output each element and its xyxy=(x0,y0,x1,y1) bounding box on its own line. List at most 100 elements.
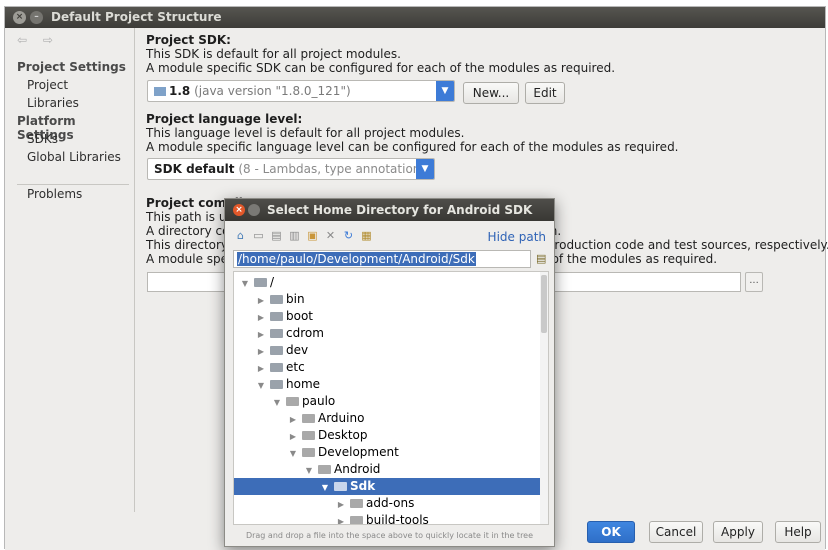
new-folder-icon[interactable]: ▣ xyxy=(305,229,320,242)
collapsed-arrow-icon[interactable]: ▶ xyxy=(336,496,346,513)
sidebar-item-problems[interactable]: Problems xyxy=(27,187,82,201)
dialog-title: Select Home Directory for Android SDK xyxy=(267,203,533,217)
expanded-arrow-icon[interactable]: ▼ xyxy=(240,275,250,292)
title-bar: × – Default Project Structure xyxy=(5,7,825,28)
folder-icon xyxy=(350,499,363,508)
expanded-arrow-icon[interactable]: ▼ xyxy=(320,479,330,496)
tree-row[interactable]: ▼ / xyxy=(234,274,548,291)
tree-row-label: cdrom xyxy=(286,326,324,340)
folder-icon xyxy=(350,516,363,524)
home-icon[interactable]: ⌂ xyxy=(233,229,248,242)
sidebar-item-global-libraries[interactable]: Global Libraries xyxy=(27,150,121,164)
chevron-down-icon[interactable]: ▼ xyxy=(416,159,434,179)
select-sdk-dialog: × Select Home Directory for Android SDK … xyxy=(224,198,555,547)
collapsed-arrow-icon[interactable]: ▶ xyxy=(256,343,266,360)
tree-row-label: bin xyxy=(286,292,305,306)
tree-row-label: dev xyxy=(286,343,309,357)
delete-icon[interactable]: ✕ xyxy=(323,229,338,242)
hide-path-link[interactable]: Hide path xyxy=(488,230,546,244)
browse-button[interactable]: ... xyxy=(745,272,763,292)
path-history-icon[interactable]: ▤ xyxy=(536,252,546,265)
sidebar-item-sdks[interactable]: SDKs xyxy=(27,132,58,146)
nav-arrows-icon[interactable]: ⇦ ⇨ xyxy=(17,33,59,47)
desktop-icon[interactable]: ▭ xyxy=(251,229,266,242)
language-level-title: Project language level: xyxy=(146,112,303,126)
tree-row-label: Sdk xyxy=(350,479,376,493)
tree-row-label: add-ons xyxy=(366,496,415,510)
tree-row[interactable]: ▼ Android xyxy=(234,461,548,478)
project-icon[interactable]: ▤ xyxy=(269,229,284,242)
ok-button[interactable]: OK xyxy=(587,521,635,543)
collapsed-arrow-icon[interactable]: ▶ xyxy=(256,326,266,343)
sidebar-item-project[interactable]: Project xyxy=(27,78,68,92)
folder-icon xyxy=(302,414,315,423)
cancel-button[interactable]: Cancel xyxy=(649,521,703,543)
refresh-icon[interactable]: ↻ xyxy=(341,229,356,242)
tree-row[interactable]: ▼ home xyxy=(234,376,548,393)
sidebar: ⇦ ⇨ Project Settings Project Libraries P… xyxy=(5,28,135,512)
tree-row[interactable]: ▶ add-ons xyxy=(234,495,548,512)
tree-row-label: build-tools xyxy=(366,513,429,525)
folder-icon xyxy=(286,397,299,406)
dialog-minimize-icon[interactable] xyxy=(248,204,260,216)
project-settings-header: Project Settings xyxy=(17,60,126,74)
collapsed-arrow-icon[interactable]: ▶ xyxy=(336,513,346,524)
edit-sdk-button[interactable]: Edit xyxy=(525,82,565,104)
sidebar-item-libraries[interactable]: Libraries xyxy=(27,96,79,110)
tree-row-label: Desktop xyxy=(318,428,368,442)
expanded-arrow-icon[interactable]: ▼ xyxy=(256,377,266,394)
module-icon[interactable]: ▥ xyxy=(287,229,302,242)
chevron-down-icon[interactable]: ▼ xyxy=(436,81,454,101)
new-sdk-button[interactable]: New... xyxy=(463,82,519,104)
tree-row-label: etc xyxy=(286,360,305,374)
collapsed-arrow-icon[interactable]: ▶ xyxy=(256,292,266,309)
tree-row[interactable]: ▼ paulo xyxy=(234,393,548,410)
folder-icon xyxy=(270,346,283,355)
expanded-arrow-icon[interactable]: ▼ xyxy=(272,394,282,411)
window-minimize-icon[interactable]: – xyxy=(30,11,43,24)
folder-icon xyxy=(318,465,331,474)
folder-icon xyxy=(270,295,283,304)
folder-icon xyxy=(334,482,347,491)
folder-icon xyxy=(270,312,283,321)
language-level-combo[interactable]: SDK default (8 - Lambdas, type annotatio… xyxy=(147,158,435,180)
expanded-arrow-icon[interactable]: ▼ xyxy=(288,445,298,462)
tree-row[interactable]: ▶ bin xyxy=(234,291,548,308)
language-level-desc-2: A module specific language level can be … xyxy=(146,140,679,154)
tree-row[interactable]: ▶ cdrom xyxy=(234,325,548,342)
tree-row-label: paulo xyxy=(302,394,336,408)
collapsed-arrow-icon[interactable]: ▶ xyxy=(256,309,266,326)
tree-row[interactable]: ▶ Desktop xyxy=(234,427,548,444)
tree-row[interactable]: ▶ build-tools xyxy=(234,512,548,525)
tree-scroll-thumb[interactable] xyxy=(541,275,547,333)
drag-drop-hint: Drag and drop a file into the space abov… xyxy=(245,531,534,540)
expanded-arrow-icon[interactable]: ▼ xyxy=(304,462,314,479)
window-close-icon[interactable]: × xyxy=(13,11,26,24)
show-hidden-icon[interactable]: ▦ xyxy=(359,229,374,242)
tree-row-label: boot xyxy=(286,309,314,323)
folder-icon xyxy=(302,448,315,457)
tree-row[interactable]: ▼ Development xyxy=(234,444,548,461)
help-button[interactable]: Help xyxy=(775,521,821,543)
folder-icon xyxy=(254,278,267,287)
sdk-folder-icon xyxy=(154,87,166,96)
project-sdk-combo[interactable]: 1.8 (java version "1.8.0_121") ▼ xyxy=(147,80,455,102)
tree-row[interactable]: ▼ Sdk xyxy=(234,478,548,495)
dialog-close-icon[interactable]: × xyxy=(233,204,245,216)
dialog-path-value: /home/paulo/Development/Android/Sdk xyxy=(237,252,476,266)
dialog-path-input[interactable]: /home/paulo/Development/Android/Sdk xyxy=(233,250,531,268)
collapsed-arrow-icon[interactable]: ▶ xyxy=(256,360,266,377)
collapsed-arrow-icon[interactable]: ▶ xyxy=(288,428,298,445)
tree-row[interactable]: ▶ boot xyxy=(234,308,548,325)
file-tree[interactable]: ▶ build-tools ▶ add-ons ▼ Sdk ▼ Android ▼ Develop… xyxy=(233,271,549,525)
apply-button[interactable]: Apply xyxy=(713,521,763,543)
tree-row[interactable]: ▶ dev xyxy=(234,342,548,359)
window-title: Default Project Structure xyxy=(51,10,222,24)
collapsed-arrow-icon[interactable]: ▶ xyxy=(288,411,298,428)
language-level-value: SDK default xyxy=(154,162,235,176)
tree-row[interactable]: ▶ etc xyxy=(234,359,548,376)
sidebar-divider xyxy=(17,184,129,185)
project-sdk-desc-2: A module specific SDK can be configured … xyxy=(146,61,616,75)
tree-row[interactable]: ▶ Arduino xyxy=(234,410,548,427)
tree-scrollbar[interactable] xyxy=(540,272,548,524)
